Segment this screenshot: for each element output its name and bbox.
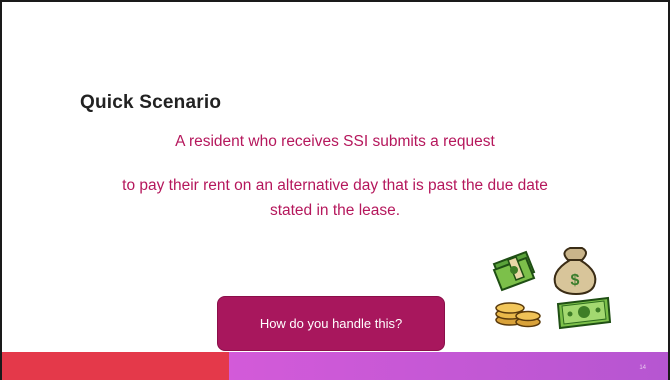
footer-bar: 14 xyxy=(2,352,668,380)
slide-title: Quick Scenario xyxy=(80,92,222,113)
page-number: 14 xyxy=(639,365,646,371)
slide: Quick Scenario A resident who receives S… xyxy=(0,0,670,380)
money-bag-icon: $ xyxy=(553,247,597,296)
handle-this-button-label: How do you handle this? xyxy=(259,316,403,331)
footer-left-band xyxy=(2,352,229,380)
scenario-line-3: stated in the lease. xyxy=(269,202,401,219)
scenario-line-1: A resident who receives SSI submits a re… xyxy=(175,133,495,150)
coin-stack-icon xyxy=(495,302,541,328)
scenario-line-2: to pay their rent on an alternative day … xyxy=(122,177,548,194)
footer-right-band xyxy=(229,352,668,380)
money-illustration: $ xyxy=(492,247,612,330)
banknote-icon xyxy=(556,296,612,330)
cash-stack-icon xyxy=(492,250,536,292)
handle-this-button[interactable]: How do you handle this? xyxy=(217,296,445,351)
svg-text:$: $ xyxy=(571,272,580,289)
